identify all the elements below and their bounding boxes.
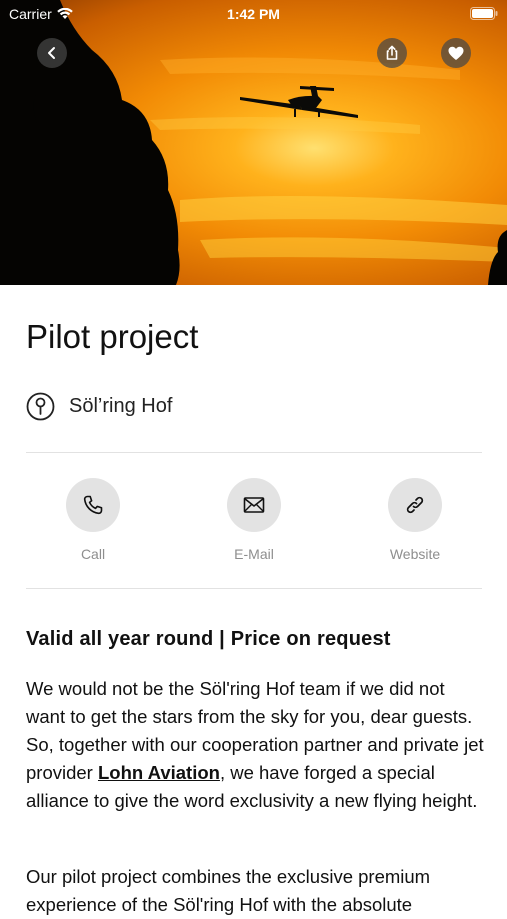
favorite-button[interactable] <box>441 38 471 68</box>
status-bar: Carrier 1:42 PM <box>0 0 507 28</box>
envelope-icon <box>243 497 265 513</box>
call-button[interactable]: Call <box>43 478 143 562</box>
share-icon <box>386 45 398 60</box>
heart-icon <box>448 46 464 60</box>
phone-icon <box>83 495 103 515</box>
location-row[interactable]: Söl’ring Hof <box>26 392 172 421</box>
website-label: Website <box>389 546 441 562</box>
website-circle[interactable] <box>388 478 442 532</box>
status-time: 1:42 PM <box>227 6 280 22</box>
divider-top <box>26 452 482 453</box>
offer-headline: Valid all year round | Price on request <box>26 628 391 650</box>
contact-actions: Call E-Mail Website <box>26 478 482 568</box>
website-button[interactable]: Website <box>365 478 465 562</box>
battery-icon <box>470 7 498 23</box>
link-icon <box>406 496 424 514</box>
page-title: Pilot project <box>26 318 199 355</box>
lohn-aviation-link[interactable]: Lohn Aviation <box>98 762 220 783</box>
share-button[interactable] <box>377 38 407 68</box>
description-paragraph: We would not be the Söl'ring Hof team if… <box>26 675 488 815</box>
sunset-airplane-image <box>0 0 507 285</box>
chevron-left-icon <box>48 47 55 59</box>
divider-bottom <box>26 588 482 589</box>
call-circle[interactable] <box>66 478 120 532</box>
call-label: Call <box>80 546 106 562</box>
email-label: E-Mail <box>234 546 274 562</box>
pin-icon <box>26 392 55 421</box>
email-circle[interactable] <box>227 478 281 532</box>
hero-image: Carrier 1:42 PM <box>0 0 507 285</box>
back-button[interactable] <box>37 38 67 68</box>
location-label: Söl’ring Hof <box>69 395 173 417</box>
email-button[interactable]: E-Mail <box>204 478 304 562</box>
description-paragraph-2: Our pilot project combines the exclusive… <box>26 866 431 915</box>
